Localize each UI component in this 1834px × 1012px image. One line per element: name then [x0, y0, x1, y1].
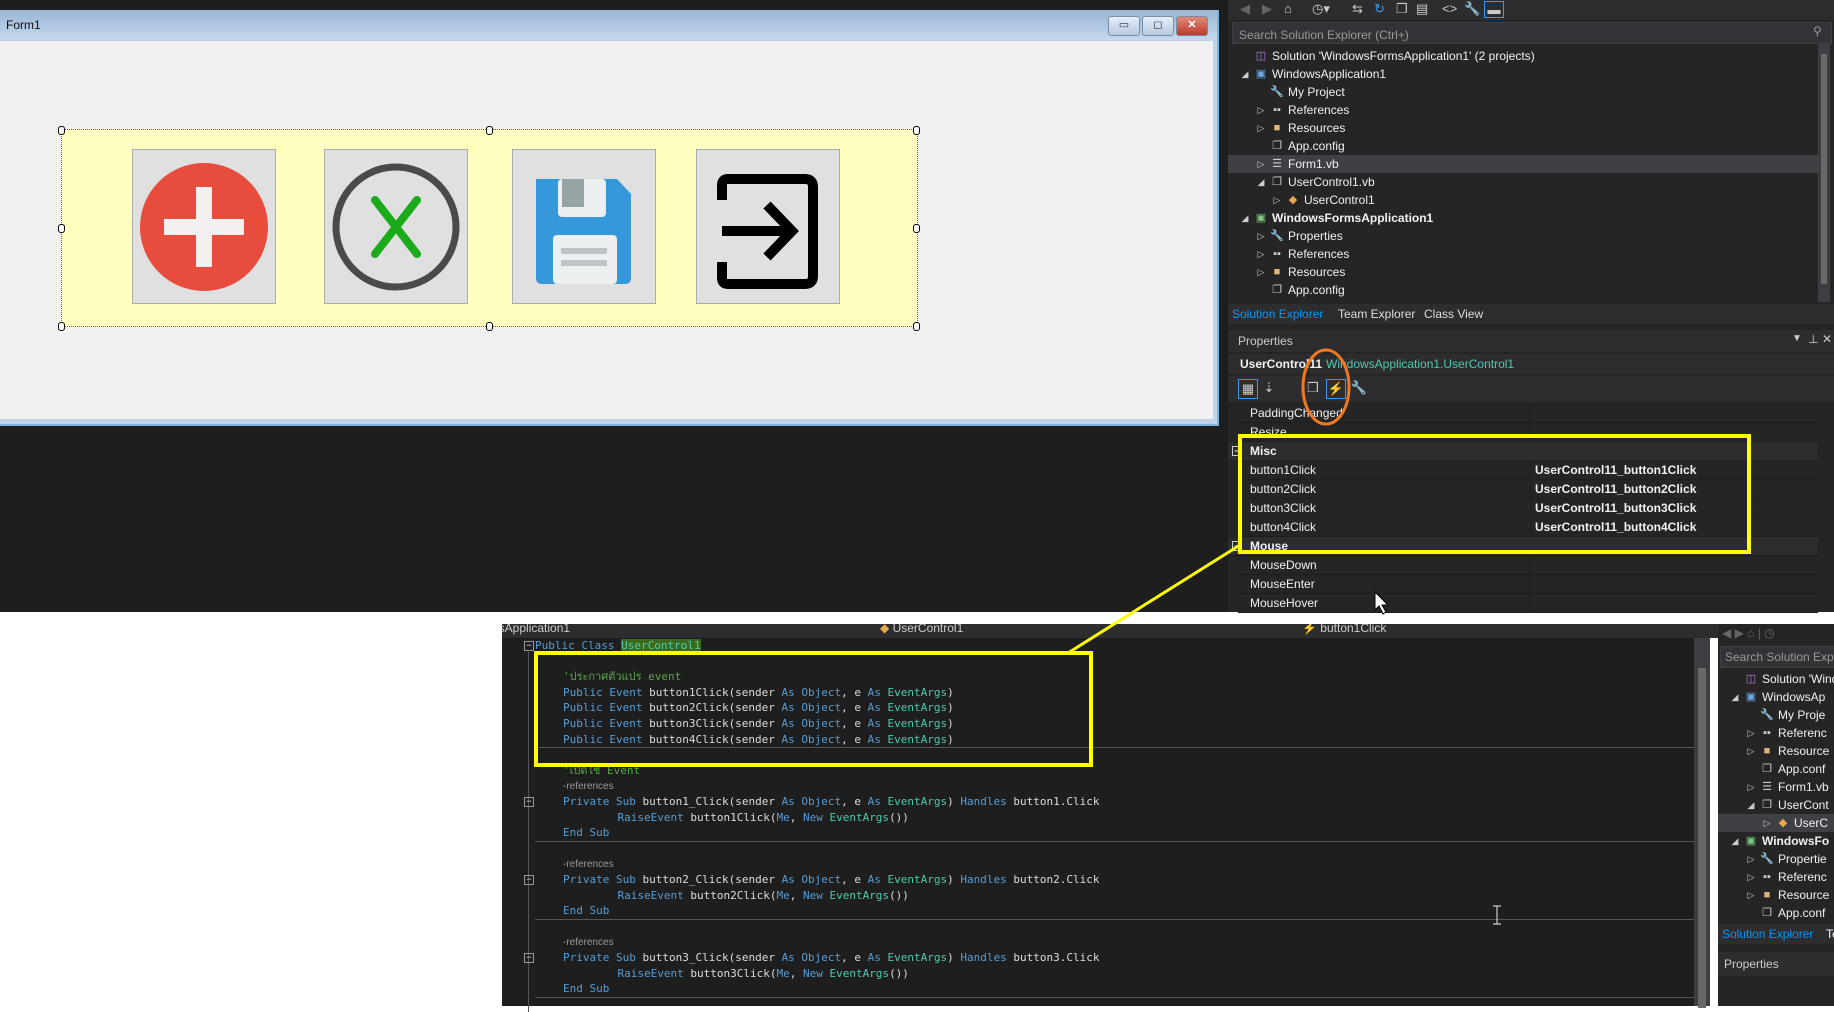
annotation-overlay	[534, 348, 1751, 925]
mouse-cursor-icon	[1374, 590, 1390, 615]
highlight-box-code	[534, 651, 1093, 767]
connector-line	[1067, 543, 1241, 655]
highlight-box-properties	[1238, 434, 1751, 554]
text-cursor-icon	[1493, 905, 1501, 925]
highlight-circle-events	[1301, 348, 1351, 426]
